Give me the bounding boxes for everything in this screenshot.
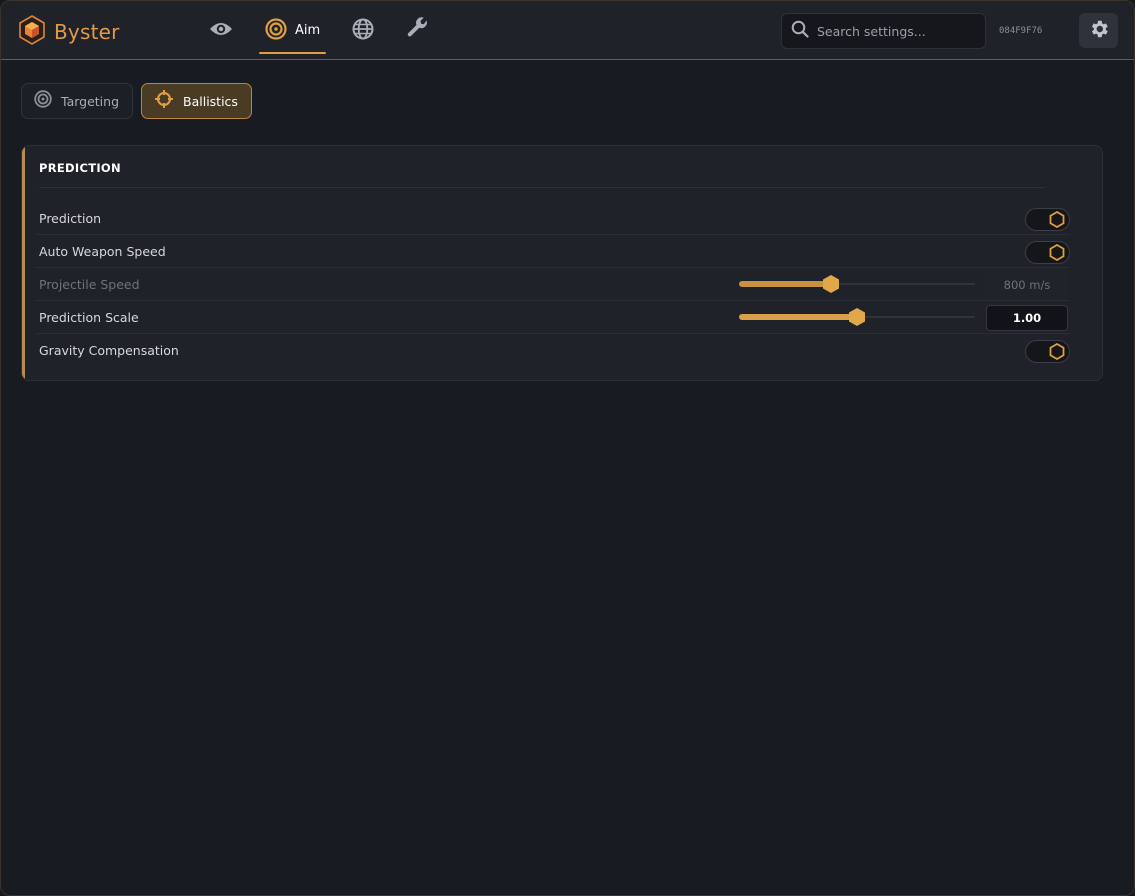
slider-thumb[interactable] <box>821 274 841 294</box>
toggle-knob-icon <box>1048 342 1066 365</box>
section-title: PREDICTION <box>39 161 121 175</box>
brand: Byster <box>18 15 120 49</box>
slider-fill <box>739 281 832 287</box>
nav-tab-aim[interactable]: Aim <box>257 1 328 60</box>
projectile-speed-value: 800 m/s <box>986 272 1068 298</box>
eye-icon <box>209 20 233 42</box>
prediction-section: PREDICTION Prediction Auto Weapon Speed … <box>21 145 1103 381</box>
app-window: Byster Aim Search settings... 084F9F76 T… <box>0 0 1135 896</box>
subtab-targeting[interactable]: Targeting <box>21 83 134 119</box>
nav-tab-misc[interactable] <box>398 1 438 60</box>
subtab-targeting-label: Targeting <box>61 93 120 109</box>
subtab-ballistics-label: Ballistics <box>183 93 238 109</box>
prediction-scale-value-input[interactable]: 1.00 <box>986 305 1068 331</box>
gear-icon <box>1088 18 1110 44</box>
nav-tab-world[interactable] <box>344 1 382 60</box>
setting-row-prediction-scale: Prediction Scale 1.00 <box>35 301 1070 334</box>
target-icon <box>265 17 287 44</box>
setting-label: Prediction Scale <box>39 309 139 325</box>
search-input[interactable] <box>817 23 977 39</box>
setting-label: Projectile Speed <box>39 276 140 292</box>
prediction-scale-slider[interactable] <box>739 308 975 326</box>
target-icon <box>34 90 52 112</box>
gravity-compensation-toggle[interactable] <box>1025 340 1070 363</box>
logo-icon <box>18 15 46 49</box>
section-divider <box>39 187 1045 188</box>
nav-tab-visuals[interactable] <box>201 1 241 60</box>
auto-weapon-speed-toggle[interactable] <box>1025 241 1070 264</box>
crosshair-icon <box>154 89 174 113</box>
projectile-speed-slider[interactable] <box>739 275 975 293</box>
app-name: Byster <box>54 20 120 44</box>
nav-tab-aim-label: Aim <box>295 23 321 38</box>
settings-button[interactable] <box>1079 13 1118 48</box>
toggle-knob-icon <box>1048 210 1066 233</box>
wrench-icon <box>406 16 430 45</box>
slider-fill <box>739 314 857 320</box>
sub-tabs: Targeting Ballistics <box>21 83 252 119</box>
setting-label: Gravity Compensation <box>39 343 179 358</box>
search-icon <box>791 20 809 42</box>
toggle-knob-icon <box>1048 243 1066 266</box>
setting-row-prediction: Prediction <box>35 202 1070 235</box>
main-nav: Aim <box>201 1 454 60</box>
top-bar: Byster Aim Search settings... 084F9F76 <box>1 1 1134 60</box>
section-accent-bar <box>22 146 25 380</box>
prediction-toggle[interactable] <box>1025 208 1070 231</box>
search-box[interactable] <box>781 13 986 49</box>
setting-row-auto-weapon-speed: Auto Weapon Speed <box>35 235 1070 268</box>
setting-label: Prediction <box>39 210 102 226</box>
setting-label: Auto Weapon Speed <box>39 243 166 259</box>
setting-row-projectile-speed: Projectile Speed 800 m/s <box>35 268 1070 301</box>
globe-icon <box>352 18 374 44</box>
hwid-label: 084F9F76 <box>999 26 1043 36</box>
setting-row-gravity-compensation: Gravity Compensation <box>35 334 1070 367</box>
slider-thumb[interactable] <box>847 307 867 327</box>
subtab-ballistics[interactable]: Ballistics <box>141 83 252 119</box>
